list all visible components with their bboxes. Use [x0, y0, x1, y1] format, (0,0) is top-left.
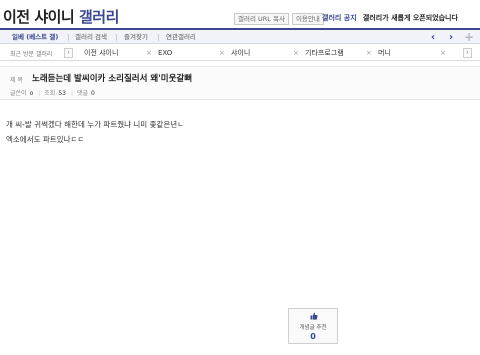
gallery-tab-bar: 일베 (베스트 갤) 갤러리 검색 즐겨찾기 연관갤러리 ‹ › + [0, 28, 480, 44]
gallery-notice[interactable]: 갤러리 공지 갤러리가 새롭게 오픈되었습니다 [322, 13, 458, 23]
header-buttons: 갤러리 URL 복사 이용안내 [234, 13, 324, 25]
recent-galleries-label: 최근 방문 갤러리 [10, 51, 53, 58]
remove-icon[interactable]: × [440, 48, 446, 58]
author-name[interactable]: o [30, 90, 34, 97]
tab-related-galleries[interactable]: 연관갤러리 [166, 33, 196, 42]
tab-gallery-search[interactable]: 갤러리 검색 [75, 33, 107, 42]
post-subject: 노래듣는데 발씨이카 소리질러서 왜'미웃갈뻐 [32, 74, 193, 84]
post-body-line: 엑소에서도 파트있나ㄷㄷ [6, 135, 85, 144]
subject-label: 제 목 [10, 77, 23, 84]
gallery-header: 이전 샤이니 갤러리 갤러리 URL 복사 이용안내 갤러리 공지 갤러리가 새… [0, 0, 480, 28]
tab-best[interactable]: 일베 (베스트 갤) [12, 33, 58, 42]
recent-gallery-item[interactable]: 기타프로그램 [305, 48, 344, 58]
thumbs-up-icon [310, 312, 318, 320]
recent-galleries-bar: 최근 방문 갤러리 ‹ 이전 샤이니 × EXO × 샤이니 × 기타프로그램 … [0, 45, 480, 61]
copy-url-button[interactable]: 갤러리 URL 복사 [234, 13, 289, 25]
recommend-button[interactable]: 개념글 추천 0 [288, 308, 338, 344]
recent-gallery-item[interactable]: 머니 [378, 48, 391, 58]
author-label: 글쓴이 [10, 90, 27, 97]
notice-text[interactable]: 갤러리가 새롭게 오픈되었습니다 [363, 14, 458, 22]
meta-divider: | [38, 90, 41, 97]
notice-label: 갤러리 공지 [322, 14, 357, 22]
remove-icon[interactable]: × [293, 48, 299, 58]
usage-guide-button[interactable]: 이용안내 [291, 13, 324, 25]
recent-gallery-item[interactable]: 이전 샤이니 [84, 48, 118, 58]
tab-divider [68, 34, 69, 41]
gallery-title-name: 이전 샤이니 [3, 8, 75, 26]
gallery-title-suffix: 갤러리 [78, 8, 119, 26]
add-icon[interactable]: + [461, 30, 477, 45]
recent-prev-button[interactable]: ‹ [64, 48, 73, 58]
replies-label: 댓글 [76, 90, 89, 97]
recent-gallery-item[interactable]: EXO [158, 48, 172, 58]
post-header: 제 목 노래듣는데 발씨이카 소리질러서 왜'미웃갈뻐 글쓴이 o | 조회 53 | 댓글… [0, 66, 480, 100]
recent-gallery-item[interactable]: 샤이니 [231, 48, 250, 58]
post-body-line: 개 씨-발 귀썩겠다 해한데 누가 파트줬냐 니미 좇같은년ㄴ [6, 120, 185, 129]
views-count: 53 [58, 90, 66, 97]
recent-next-button[interactable]: › [463, 48, 472, 58]
remove-icon[interactable]: × [146, 48, 152, 58]
chevron-right-icon[interactable]: › [443, 30, 459, 45]
recommend-label: 개념글 추천 [299, 325, 327, 331]
remove-icon[interactable]: × [219, 48, 225, 58]
views-label: 조회 [44, 90, 56, 97]
tab-divider [116, 34, 117, 41]
tab-favorites[interactable]: 즐겨찾기 [124, 33, 148, 42]
chevron-left-icon[interactable]: ‹ [425, 30, 441, 45]
meta-divider: | [70, 90, 73, 97]
recommend-count: 0 [310, 332, 316, 341]
post-meta: 글쓴이 o | 조회 53 | 댓글 0 [10, 88, 100, 97]
remove-icon[interactable]: × [366, 48, 372, 58]
gallery-title[interactable]: 이전 샤이니 갤러리 [3, 6, 119, 27]
tab-divider [158, 34, 159, 41]
replies-count: 0 [91, 90, 95, 97]
post-body: 개 씨-발 귀썩겠다 해한데 누가 파트줬냐 니미 좇같은년ㄴ 엑소에서도 파트… [6, 117, 184, 147]
